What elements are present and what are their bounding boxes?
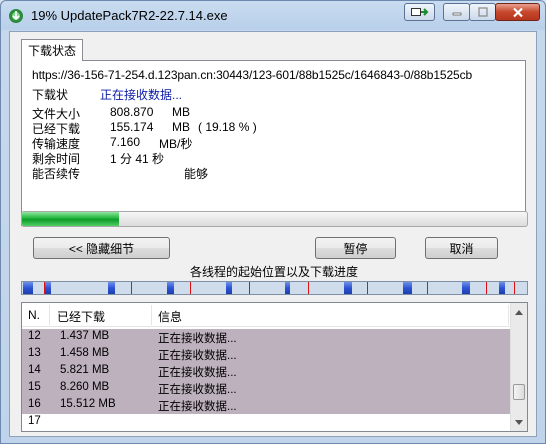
column-separator (508, 305, 509, 325)
thread-start-marker (131, 282, 133, 294)
row-number: 14 (28, 364, 41, 376)
column-separator (49, 305, 50, 325)
thread-segment (402, 282, 413, 294)
file-size-value: 808.870 (110, 105, 154, 119)
minimize-button[interactable] (443, 3, 470, 21)
scroll-down-button[interactable] (511, 414, 527, 430)
row-downloaded: 8.260 MB (60, 381, 110, 393)
thread-start-marker (514, 282, 516, 294)
remaining-value: 1 分 41 秒 (110, 152, 165, 166)
dialog-client-area: 下载状态 https://36-156-71-254.d.123pan.cn:3… (9, 31, 537, 437)
column-header-number[interactable]: N. (28, 308, 40, 322)
thread-segment (498, 282, 506, 294)
maximize-icon (477, 7, 488, 17)
thread-segment (166, 282, 175, 294)
cancel-button[interactable]: 取消 (425, 237, 498, 259)
threads-table: N. 已经下载 信息 12 1.437 MB 正在接收数据... 13 1.45… (21, 302, 528, 432)
table-row[interactable]: 15 8.260 MB 正在接收数据... (22, 380, 510, 397)
downloaded-label: 已经下载 (32, 122, 81, 136)
row-downloaded: 1.458 MB (60, 347, 110, 359)
download-status-panel: https://36-156-71-254.d.123pan.cn:30443/… (21, 60, 526, 226)
thread-start-marker (249, 282, 251, 294)
chevron-up-icon (515, 309, 523, 315)
close-icon (512, 7, 523, 17)
thread-start-marker (426, 282, 428, 294)
row-number: 15 (28, 381, 41, 393)
status-row: 下载状 正在接收数据... (32, 86, 182, 103)
thread-segment (284, 282, 290, 294)
table-row[interactable]: 14 5.821 MB 正在接收数据... (22, 363, 510, 380)
close-button[interactable] (495, 3, 540, 21)
table-vertical-scrollbar[interactable] (510, 303, 527, 431)
thread-start-marker (308, 282, 310, 294)
row-number: 12 (28, 330, 41, 342)
row-info: 正在接收数据... (158, 401, 237, 413)
maximize-button[interactable] (469, 3, 496, 21)
minimize-icon (452, 12, 461, 16)
table-row[interactable]: 12 1.437 MB 正在接收数据... (22, 329, 510, 346)
row-info: 正在接收数据... (158, 333, 237, 345)
thread-segment (461, 282, 471, 294)
scroll-up-button[interactable] (511, 304, 527, 320)
status-value: 正在接收数据... (100, 88, 183, 102)
row-number: 13 (28, 347, 41, 359)
threads-table-body: 12 1.437 MB 正在接收数据... 13 1.458 MB 正在接收数据… (22, 329, 510, 431)
chevron-down-icon (515, 419, 523, 425)
thread-segment (343, 282, 352, 294)
resume-value: 能够 (184, 167, 209, 181)
row-downloaded: 15.512 MB (60, 398, 116, 410)
scrollbar-thumb[interactable] (513, 384, 525, 400)
thread-start-marker (44, 282, 46, 294)
send-to-tray-icon (410, 8, 428, 16)
download-app-icon (9, 9, 23, 23)
speed-value: 7.160 (110, 135, 141, 149)
row-info: 正在接收数据... (158, 384, 237, 396)
row-downloaded: 5.821 MB (60, 364, 110, 376)
table-row[interactable]: 17 (22, 414, 510, 431)
thread-segment (23, 282, 34, 294)
download-progress-fill (22, 212, 119, 226)
row-number: 17 (28, 415, 41, 427)
download-window: 19% UpdatePack7R2-22.7.14.exe 下载状态 https… (0, 0, 546, 444)
pause-button[interactable]: 暂停 (315, 237, 396, 259)
speed-label: 传输速度 (32, 137, 81, 151)
column-header-downloaded[interactable]: 已经下载 (57, 308, 105, 325)
table-row[interactable]: 16 15.512 MB 正在接收数据... (22, 397, 510, 414)
tray-button[interactable] (404, 3, 435, 21)
status-label: 下载状 (32, 88, 69, 102)
download-url: https://36-156-71-254.d.123pan.cn:30443/… (32, 68, 473, 82)
column-header-info[interactable]: 信息 (158, 308, 182, 325)
resume-row: 能否续传 能够 (32, 165, 208, 182)
tab-download-status[interactable]: 下载状态 (21, 39, 83, 61)
file-size-label: 文件大小 (32, 107, 81, 121)
remaining-label: 剩余时间 (32, 152, 81, 166)
thread-segment (226, 282, 233, 294)
threads-table-header: N. 已经下载 信息 (22, 303, 510, 327)
downloaded-percent: ( 19.18 % ) (198, 120, 257, 134)
download-progress-bar (21, 211, 528, 227)
resume-label: 能否续传 (32, 167, 81, 181)
threads-progress-label: 各线程的起始位置以及下载进度 (189, 265, 358, 279)
table-row[interactable]: 13 1.458 MB 正在接收数据... (22, 346, 510, 363)
row-number: 16 (28, 398, 41, 410)
thread-segment (107, 282, 115, 294)
window-title: 19% UpdatePack7R2-22.7.14.exe (31, 8, 228, 23)
title-bar[interactable]: 19% UpdatePack7R2-22.7.14.exe (1, 1, 545, 31)
threads-progress-bar (21, 281, 528, 295)
downloaded-value: 155.174 (110, 120, 154, 134)
hide-details-button[interactable]: << 隐藏细节 (33, 237, 170, 259)
thread-start-marker (190, 282, 192, 294)
file-size-unit: MB (172, 105, 190, 119)
row-downloaded: 1.437 MB (60, 330, 110, 342)
downloaded-unit: MB (172, 120, 190, 134)
column-separator (151, 305, 152, 325)
row-info: 正在接收数据... (158, 367, 237, 379)
thread-start-marker (367, 282, 369, 294)
thread-start-marker (485, 282, 487, 294)
row-info: 正在接收数据... (158, 350, 237, 362)
